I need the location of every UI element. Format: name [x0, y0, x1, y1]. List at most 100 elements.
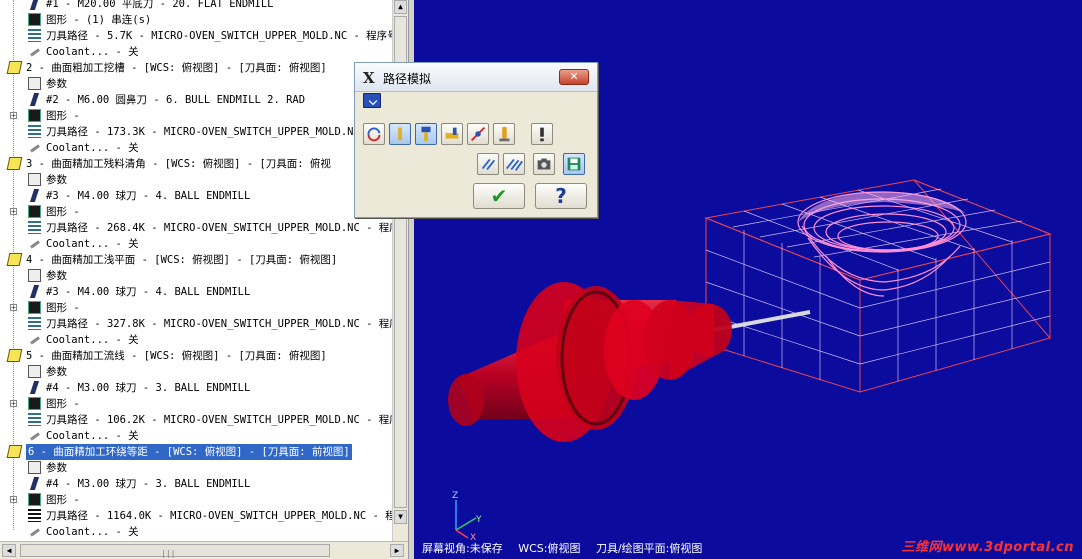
grip-icon: |||	[161, 549, 176, 558]
expand-plus-icon[interactable]: +	[10, 208, 17, 216]
shaded-tool-icon	[499, 126, 510, 142]
expand-plus-icon[interactable]: +	[10, 112, 17, 120]
tree-item-row[interactable]: #3 - M4.00 球刀 - 4. BALL ENDMILL	[0, 284, 392, 300]
alert-button[interactable]	[531, 123, 553, 145]
toolpath-icon	[28, 317, 41, 330]
show-holder-button[interactable]	[415, 123, 437, 145]
tree-item-row[interactable]: 图形 - (1) 串连(s)	[0, 12, 392, 28]
tree-item-row[interactable]: 参数	[0, 172, 392, 188]
toolpath-simulation-dialog[interactable]: X 路径模拟 ✕ ✔ ?	[354, 62, 598, 218]
expand-plus-icon[interactable]: +	[10, 400, 17, 408]
rapid-move-button[interactable]	[441, 123, 463, 145]
shaded-tool-button[interactable]	[493, 123, 515, 145]
scroll-down-arrow-icon[interactable]: ▼	[394, 510, 407, 524]
params-icon	[28, 173, 41, 186]
tree-item-label: 参数	[46, 366, 67, 378]
scroll-right-arrow-icon[interactable]: ▶	[390, 544, 404, 557]
tree-operation-row[interactable]: 3 - 曲面精加工残料清角 - [WCS: 俯视图] - [刀具面: 俯视	[0, 156, 392, 172]
tree-item-row[interactable]: Coolant... - 关	[0, 140, 392, 156]
endpoints-button[interactable]	[467, 123, 489, 145]
tree-operation-row[interactable]: 5 - 曲面精加工流线 - [WCS: 俯视图] - [刀具面: 俯视图]	[0, 348, 392, 364]
tree-item-label: #2 - M6.00 圆鼻刀 - 6. BULL ENDMILL 2. RAD	[46, 94, 306, 106]
tree-item-row[interactable]: #2 - M6.00 圆鼻刀 - 6. BULL ENDMILL 2. RAD	[0, 92, 392, 108]
params-icon	[28, 461, 41, 474]
tree-item-row[interactable]: + 图形 -	[0, 492, 392, 508]
expand-plus-icon[interactable]: +	[10, 304, 17, 312]
tool-plane-status: 刀具/绘图平面:俯视图	[595, 542, 703, 555]
expand-dialog-button[interactable]	[363, 93, 381, 108]
toolpath-icon	[28, 221, 41, 234]
tree-operation-row[interactable]: 2 - 曲面粗加工挖槽 - [WCS: 俯视图] - [刀具面: 俯视图]	[0, 60, 392, 76]
axis-label-y: Y	[475, 515, 482, 525]
tree-item-row[interactable]: 刀具路径 - 327.8K - MICRO-OVEN_SWITCH_UPPER_…	[0, 316, 392, 332]
tree-item-label: 图形 - (1) 串连(s)	[46, 14, 152, 26]
save-button[interactable]	[563, 153, 585, 175]
dialog-titlebar[interactable]: X 路径模拟 ✕	[355, 63, 597, 92]
close-button[interactable]: ✕	[559, 69, 589, 85]
screenshot-button[interactable]	[533, 153, 555, 175]
tree-item-row[interactable]: 刀具路径 - 268.4K - MICRO-OVEN_SWITCH_UPPER_…	[0, 220, 392, 236]
coolant-icon	[28, 45, 41, 58]
tree-item-label: 3 - 曲面精加工残料清角 - [WCS: 俯视图] - [刀具面: 俯视	[26, 158, 331, 170]
toolpath-lines-multi-button[interactable]	[503, 153, 525, 175]
tree-item-row[interactable]: Coolant... - 关	[0, 236, 392, 252]
tree-operation-row[interactable]: 4 - 曲面精加工浅平面 - [WCS: 俯视图] - [刀具面: 俯视图]	[0, 252, 392, 268]
scroll-left-arrow-icon[interactable]: ◀	[2, 544, 16, 557]
tree-item-row[interactable]: 参数	[0, 364, 392, 380]
tree-item-row[interactable]: Coolant... - 关	[0, 428, 392, 444]
tree-item-label: 参数	[46, 462, 67, 474]
tree-item-row[interactable]: #4 - M3.00 球刀 - 3. BALL ENDMILL	[0, 476, 392, 492]
tree-item-row[interactable]: + 图形 -	[0, 300, 392, 316]
tree-item-row[interactable]: #3 - M4.00 球刀 - 4. BALL ENDMILL	[0, 188, 392, 204]
tree-item-row[interactable]: 刀具路径 - 1164.0K - MICRO-OVEN_SWITCH_UPPER…	[0, 508, 392, 524]
geometry-icon	[28, 205, 41, 218]
tree-operation-row[interactable]: 6 - 曲面精加工环绕等距 - [WCS: 俯视图] - [刀具面: 前视图]	[0, 444, 392, 460]
tool-icon	[28, 285, 41, 298]
tree-item-row[interactable]: 刀具路径 - 5.7K - MICRO-OVEN_SWITCH_UPPER_MO…	[0, 28, 392, 44]
tree-item-label: 刀具路径 - 106.2K - MICRO-OVEN_SWITCH_UPPER_…	[46, 414, 392, 426]
operations-tree[interactable]: #1 - M20.00 平底刀 - 20. FLAT ENDMILL 图形 - (…	[0, 0, 392, 541]
tree-item-row[interactable]: Coolant... - 关	[0, 44, 392, 60]
tree-item-label: 图形 -	[46, 302, 80, 314]
tree-item-label: 刀具路径 - 268.4K - MICRO-OVEN_SWITCH_UPPER_…	[46, 222, 392, 234]
show-tool-button[interactable]	[389, 123, 411, 145]
tree-item-label: 参数	[46, 174, 67, 186]
tree-item-row[interactable]: 刀具路径 - 106.2K - MICRO-OVEN_SWITCH_UPPER_…	[0, 412, 392, 428]
mastercam-logo-icon: X	[363, 69, 375, 87]
tree-item-row[interactable]: #1 - M20.00 平底刀 - 20. FLAT ENDMILL	[0, 0, 392, 12]
geometry-icon	[28, 301, 41, 314]
tree-item-label: 图形 -	[46, 398, 80, 410]
tree-item-label: Coolant... - 关	[46, 334, 139, 346]
exclamation-icon	[540, 127, 544, 142]
ok-button[interactable]: ✔	[473, 183, 525, 209]
tree-item-label: #4 - M3.00 球刀 - 3. BALL ENDMILL	[46, 382, 251, 394]
tree-horizontal-scrollbar[interactable]: ◀ ||| ▶	[0, 541, 408, 559]
tree-item-row[interactable]: + 图形 -	[0, 204, 392, 220]
toolpath-lines-button[interactable]	[477, 153, 499, 175]
coolant-icon	[28, 237, 41, 250]
tree-item-row[interactable]: Coolant... - 关	[0, 524, 392, 540]
tree-item-row[interactable]: Coolant... - 关	[0, 332, 392, 348]
geometry-icon	[28, 109, 41, 122]
tree-item-row[interactable]: 刀具路径 - 173.3K - MICRO-OVEN_SWITCH_UPPER_…	[0, 124, 392, 140]
expand-plus-icon[interactable]: +	[10, 496, 17, 504]
tree-item-row[interactable]: 参数	[0, 76, 392, 92]
params-icon	[28, 269, 41, 282]
dialog-title: 路径模拟	[383, 72, 432, 86]
tree-item-row[interactable]: #4 - M3.00 球刀 - 3. BALL ENDMILL	[0, 380, 392, 396]
tree-item-row[interactable]: + 图形 -	[0, 108, 392, 124]
tree-item-row[interactable]: 参数	[0, 268, 392, 284]
tree-item-row[interactable]: + 图形 -	[0, 396, 392, 412]
tree-item-row[interactable]: 参数	[0, 460, 392, 476]
tree-item-label: #1 - M20.00 平底刀 - 20. FLAT ENDMILL	[46, 0, 274, 10]
cycle-display-button[interactable]	[363, 123, 385, 145]
scroll-up-arrow-icon[interactable]: ▲	[394, 0, 407, 14]
hscroll-thumb[interactable]: |||	[20, 544, 330, 558]
endpoint-icon	[470, 126, 486, 142]
tool-icon	[28, 0, 41, 10]
help-button[interactable]: ?	[535, 183, 587, 209]
tool-icon	[28, 381, 41, 394]
geometry-icon	[28, 397, 41, 410]
watermark: 三维网www.3dportal.cn	[901, 540, 1074, 555]
tree-item-label: 参数	[46, 270, 67, 282]
